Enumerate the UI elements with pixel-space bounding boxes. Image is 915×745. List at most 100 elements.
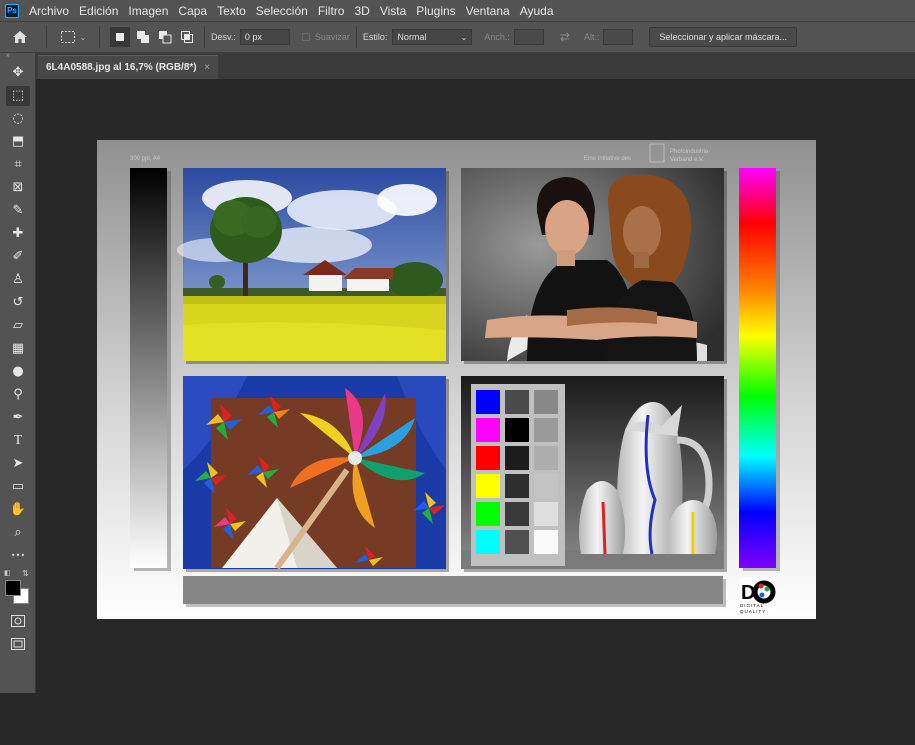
menu-edicion[interactable]: Edición bbox=[79, 4, 118, 18]
menu-filtro[interactable]: Filtro bbox=[318, 4, 345, 18]
more-tools-button[interactable]: ••• bbox=[0, 544, 36, 567]
path-selection-tool-icon: ➤ bbox=[12, 456, 24, 471]
document-canvas[interactable]: 300 ppi, A4 Eine Initiative des Photoind… bbox=[97, 140, 816, 619]
feather-label: Desv.: bbox=[211, 32, 236, 42]
brush-tool-button[interactable]: ✐ bbox=[0, 245, 36, 268]
blur-tool-button[interactable]: ● bbox=[0, 360, 36, 383]
logo-text-quality: QUALITY bbox=[740, 609, 766, 614]
pen-tool-button[interactable]: ✒ bbox=[0, 406, 36, 429]
lasso-tool-button[interactable]: ◌ bbox=[0, 107, 36, 130]
brush-tool-icon: ✐ bbox=[12, 249, 24, 264]
frame-tool-button[interactable]: ⊠ bbox=[0, 176, 36, 199]
height-input[interactable] bbox=[603, 29, 634, 45]
still-life-photo bbox=[461, 376, 727, 572]
subtract-from-selection-button[interactable] bbox=[154, 27, 176, 47]
new-selection-button[interactable] bbox=[110, 27, 130, 47]
gradient-tool-icon: ▦ bbox=[11, 341, 25, 356]
neutral-gray-bar bbox=[183, 576, 723, 604]
marquee-preset-picker[interactable]: ⌄ bbox=[53, 25, 93, 49]
zoom-tool-button[interactable]: ⌕ bbox=[0, 521, 36, 544]
dodge-tool-button[interactable]: ⚲ bbox=[0, 383, 36, 406]
healing-brush-tool-icon: ✚ bbox=[12, 226, 24, 241]
eraser-tool-button[interactable]: ▱ bbox=[0, 314, 36, 337]
select-and-mask-button[interactable]: Seleccionar y aplicar máscara... bbox=[649, 27, 798, 47]
divider bbox=[355, 26, 357, 48]
screen-mode-icon bbox=[11, 637, 25, 650]
subtract-from-selection-icon bbox=[159, 31, 172, 44]
eraser-tool-icon: ▱ bbox=[13, 318, 23, 333]
more-tools-icon: ••• bbox=[10, 551, 26, 560]
add-to-selection-icon bbox=[137, 31, 149, 43]
frame-tool-icon: ⊠ bbox=[12, 180, 24, 195]
healing-brush-tool-button[interactable]: ✚ bbox=[0, 222, 36, 245]
menu-texto[interactable]: Texto bbox=[217, 4, 246, 18]
clone-stamp-tool-button[interactable]: ♙ bbox=[0, 268, 36, 291]
divider bbox=[99, 26, 100, 48]
width-label: Anch.: bbox=[484, 32, 510, 42]
gradient-tool-button[interactable]: ▦ bbox=[0, 337, 36, 360]
menu-vista[interactable]: Vista bbox=[380, 4, 406, 18]
resolution-caption: 300 ppi, A4 bbox=[130, 156, 161, 162]
intersect-selection-button[interactable] bbox=[176, 27, 198, 47]
tools-panel: » ✥ ⬚ ◌ ⬒ ⌗ ⊠ ✎ ✚ ✐ ♙ ↺ ▱ ▦ ● ⚲ ✒ T ➤ ▭ ✋ ⌕ ••• ◧ ⇅ bbox=[0, 52, 36, 693]
swap-colors-icon[interactable]: ⇅ bbox=[22, 569, 29, 578]
rectangular-marquee-tool-icon: ⬚ bbox=[6, 85, 30, 106]
document-tab-bar: 6L4A0588.jpg al 16,7% (RGB/8*) × bbox=[36, 53, 915, 79]
quick-mask-button[interactable] bbox=[0, 609, 36, 632]
feather-input[interactable]: 0 px bbox=[239, 29, 290, 45]
crop-tool-button[interactable]: ⌗ bbox=[0, 153, 36, 176]
eyedropper-tool-button[interactable]: ✎ bbox=[0, 199, 36, 222]
add-to-selection-button[interactable] bbox=[132, 27, 154, 47]
antialias-checkbox[interactable] bbox=[301, 33, 310, 41]
association-name-2: Verband e.V. bbox=[670, 157, 704, 163]
move-tool-button[interactable]: ✥ bbox=[0, 61, 36, 84]
menu-capa[interactable]: Capa bbox=[178, 4, 207, 18]
menu-seleccion[interactable]: Selección bbox=[256, 4, 308, 18]
eyedropper-tool-icon: ✎ bbox=[12, 203, 24, 218]
default-colors-icon[interactable]: ◧ bbox=[4, 569, 11, 577]
object-selection-tool-icon: ⬒ bbox=[11, 134, 25, 149]
rectangle-tool-button[interactable]: ▭ bbox=[0, 475, 36, 498]
chevron-down-icon: ⌄ bbox=[460, 32, 468, 42]
style-value: Normal bbox=[397, 32, 427, 42]
portrait-photo bbox=[461, 168, 727, 364]
width-input[interactable] bbox=[513, 29, 544, 45]
type-tool-button[interactable]: T bbox=[0, 429, 36, 452]
move-tool-icon: ✥ bbox=[12, 65, 24, 80]
object-selection-tool-button[interactable]: ⬒ bbox=[0, 130, 36, 153]
blur-tool-icon: ● bbox=[12, 364, 24, 379]
document-tab[interactable]: 6L4A0588.jpg al 16,7% (RGB/8*) × bbox=[38, 55, 218, 79]
digital-quality-logo: D DIGITAL QUALITY bbox=[740, 577, 776, 614]
style-select[interactable]: Normal ⌄ bbox=[392, 29, 473, 45]
menu-ayuda[interactable]: Ayuda bbox=[520, 4, 554, 18]
history-brush-tool-button[interactable]: ↺ bbox=[0, 291, 36, 314]
new-selection-icon bbox=[116, 33, 124, 41]
intersect-selection-icon bbox=[181, 31, 193, 43]
type-tool-icon: T bbox=[13, 432, 23, 448]
screen-mode-button[interactable] bbox=[0, 632, 36, 655]
landscape-photo bbox=[177, 168, 449, 364]
hand-tool-button[interactable]: ✋ bbox=[0, 498, 36, 521]
crop-tool-icon: ⌗ bbox=[14, 157, 22, 172]
color-swatches: ◧ ⇅ bbox=[0, 569, 35, 609]
rectangle-tool-icon: ▭ bbox=[11, 479, 25, 494]
menu-3d[interactable]: 3D bbox=[354, 4, 369, 18]
antialias-label: Suavizar bbox=[314, 32, 350, 42]
options-bar: ⌄ Desv.: 0 px Suavizar Estilo: Normal ⌄ … bbox=[0, 21, 915, 53]
foreground-color-swatch[interactable] bbox=[5, 580, 21, 596]
home-button[interactable] bbox=[0, 22, 40, 52]
home-icon bbox=[13, 31, 27, 43]
panel-grip[interactable]: » bbox=[0, 52, 35, 61]
menu-archivo[interactable]: Archivo bbox=[29, 4, 69, 18]
path-selection-tool-button[interactable]: ➤ bbox=[0, 452, 36, 475]
close-tab-icon[interactable]: × bbox=[204, 62, 210, 73]
height-label: Alt.: bbox=[583, 32, 600, 42]
swap-dimensions-button[interactable]: ⇄ bbox=[560, 30, 570, 44]
menu-ventana[interactable]: Ventana bbox=[466, 4, 510, 18]
menu-plugins[interactable]: Plugins bbox=[416, 4, 455, 18]
rectangular-marquee-tool-button[interactable]: ⬚ bbox=[0, 84, 36, 107]
chevron-down-icon: ⌄ bbox=[79, 32, 87, 42]
menu-imagen[interactable]: Imagen bbox=[128, 4, 168, 18]
style-label: Estilo: bbox=[362, 32, 388, 42]
menu-bar: Ps Archivo Edición Imagen Capa Texto Sel… bbox=[0, 0, 915, 21]
